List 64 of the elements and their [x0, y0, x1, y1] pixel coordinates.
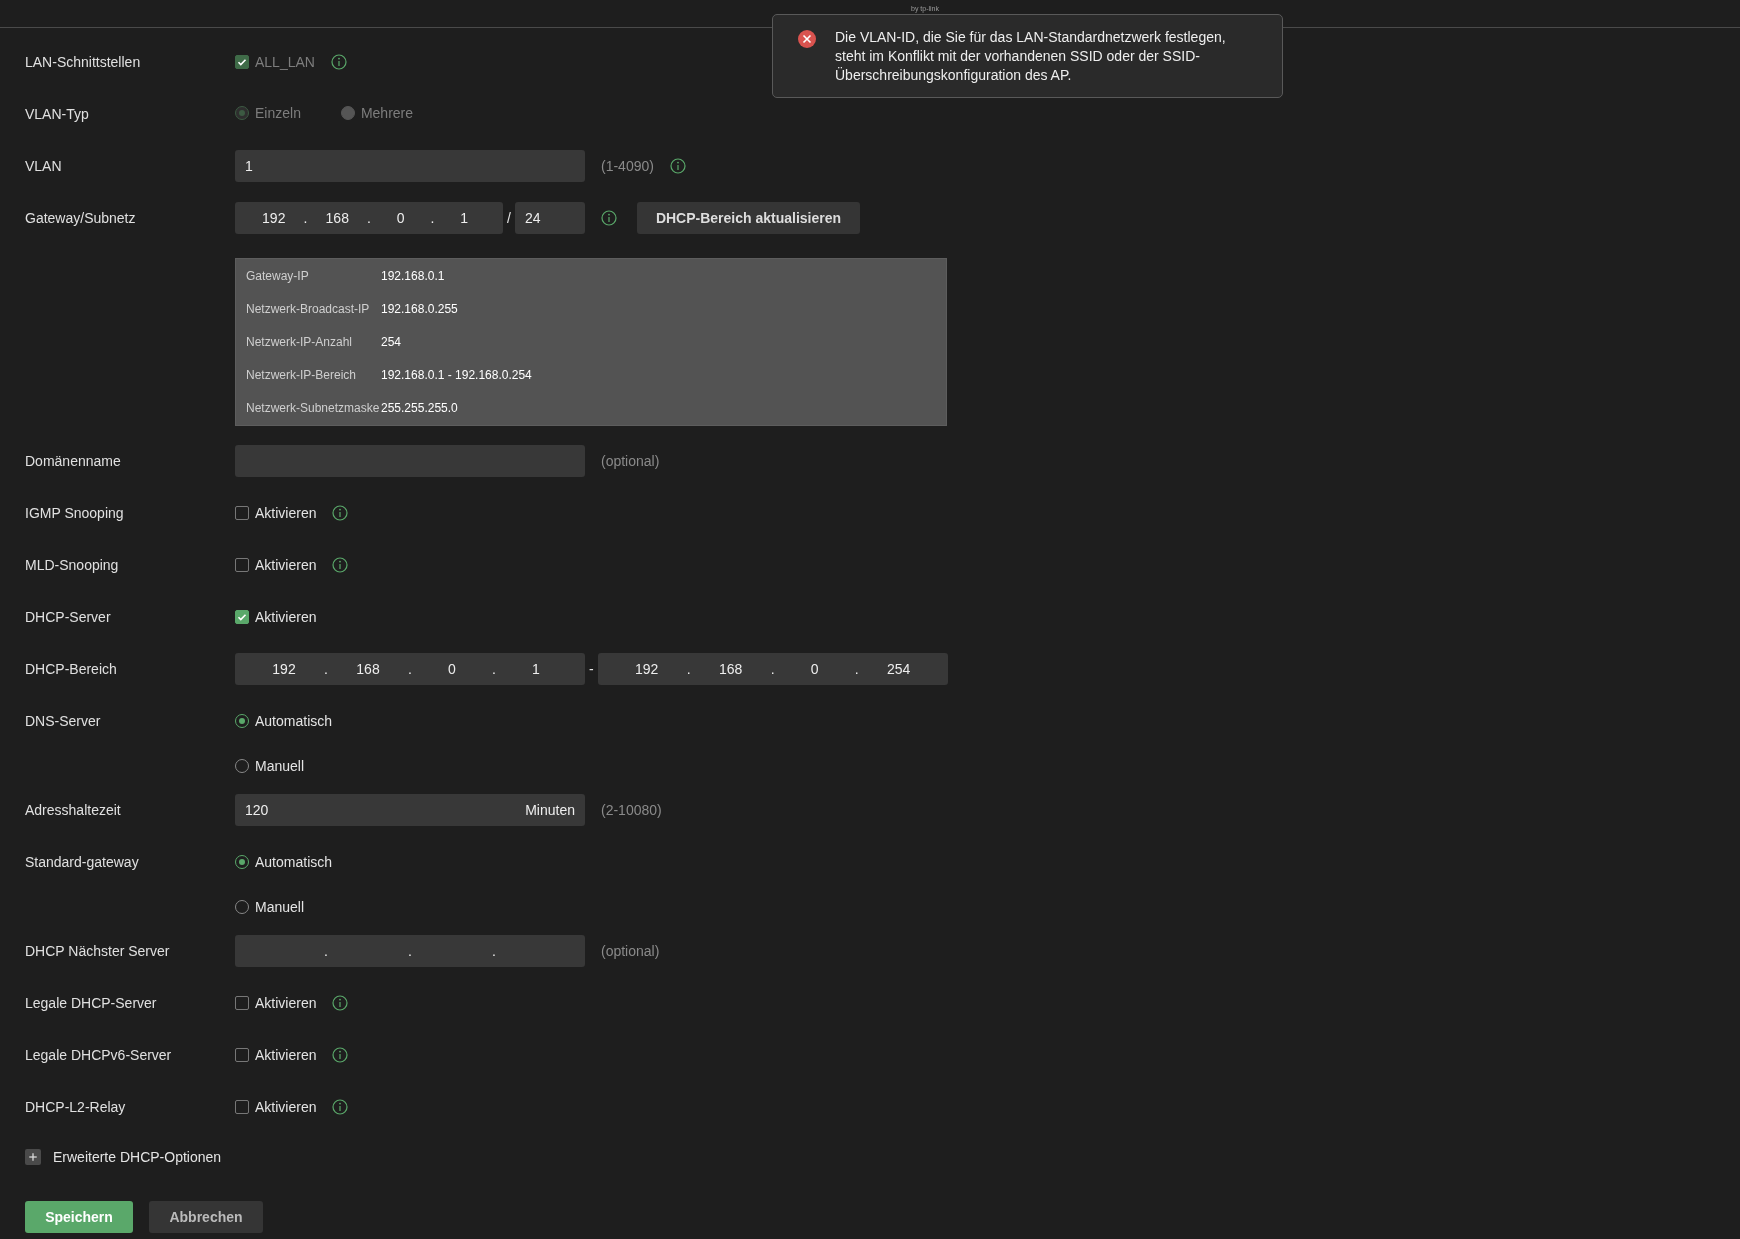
checkbox-option[interactable]: Aktivieren	[235, 995, 317, 1011]
optional-hint: (optional)	[601, 943, 660, 959]
info-icon[interactable]	[669, 158, 686, 174]
checkbox-option[interactable]: Aktivieren	[235, 609, 317, 625]
field-label: LAN-Schnittstellen	[25, 54, 141, 70]
detail-value: 192.168.0.255	[381, 301, 458, 316]
ip-address-field[interactable]: 192 . 168 . 0 . 254	[597, 653, 948, 685]
ip-address-field[interactable]: 192 . 168 . 0 . 1	[235, 202, 503, 234]
detail-value: 254	[381, 334, 402, 349]
field-label: Standard-gateway	[25, 854, 139, 870]
detail-name: Netzwerk-Subnetzmaske	[246, 400, 381, 415]
info-icon[interactable]	[332, 505, 349, 521]
prefix-field[interactable]: 24	[514, 202, 585, 234]
info-icon[interactable]	[600, 210, 617, 226]
field-label: MLD-Snooping	[25, 557, 119, 573]
field-label: VLAN	[25, 158, 62, 174]
detail-value: 192.168.0.1	[381, 268, 445, 283]
checkbox-option[interactable]: Aktivieren	[235, 1099, 317, 1115]
ip-address-field[interactable]: . . .	[235, 935, 585, 967]
checkbox-option[interactable]: Aktivieren	[235, 1047, 317, 1063]
error-message: Die VLAN-ID, die Sie für das LAN-Standardnetzwerk festlegen, steht im Konflikt mit der vorhandenen SSID oder der SSID-Überschreibungskonfiguration des AP.	[835, 28, 1227, 85]
field-label: DHCP-L2-Relay	[25, 1099, 126, 1115]
field-label: Gateway/Subnetz	[25, 210, 136, 226]
info-icon[interactable]	[332, 557, 349, 573]
field-label: DHCP Nächster Server	[25, 943, 170, 959]
detail-name: Netzwerk-IP-Bereich	[246, 367, 358, 382]
update-range-button[interactable]: DHCP-Bereich aktualisieren	[636, 202, 861, 234]
range-dash: -	[589, 661, 594, 677]
ip-address-field[interactable]: 192 . 168 . 0 . 1	[235, 653, 585, 685]
detail-name: Gateway-IP	[246, 268, 310, 283]
info-icon[interactable]	[332, 1099, 349, 1115]
info-icon[interactable]	[332, 995, 349, 1011]
radio-option[interactable]: Manuell	[235, 898, 305, 915]
field-label: Domänenname	[25, 453, 121, 469]
text-field[interactable]: 120 Minuten	[235, 794, 585, 826]
radio-option[interactable]: Automatisch	[235, 713, 333, 729]
field-label: DNS-Server	[25, 713, 101, 729]
info-icon[interactable]	[330, 54, 347, 70]
field-label: DHCP-Server	[25, 609, 111, 625]
checkbox-option[interactable]: Aktivieren	[235, 557, 317, 573]
range-hint: (optional)	[601, 453, 660, 469]
radio-option[interactable]: Automatisch	[235, 854, 333, 870]
detail-name: Netzwerk-Broadcast-IP	[246, 301, 371, 316]
checkbox-option[interactable]: Aktivieren	[235, 505, 317, 521]
field-label: VLAN-Typ	[25, 106, 89, 122]
expander-label[interactable]: Erweiterte DHCP-Optionen	[53, 1149, 222, 1165]
field-label: Legale DHCPv6-Server	[25, 1047, 172, 1063]
info-icon[interactable]	[332, 1047, 349, 1063]
detail-value: 192.168.0.1 - 192.168.0.254	[381, 367, 532, 382]
field-label: Adresshaltezeit	[25, 802, 121, 818]
range-hint: (2-10080)	[601, 802, 662, 818]
detail-name: Netzwerk-IP-Anzahl	[246, 334, 354, 349]
slash-separator: /	[507, 210, 511, 226]
field-label: Legale DHCP-Server	[25, 995, 157, 1011]
range-hint: (1-4090)	[601, 158, 654, 174]
radio-option[interactable]: Manuell	[235, 757, 305, 774]
text-field[interactable]	[235, 445, 585, 477]
detail-value: 255.255.255.0	[381, 400, 458, 415]
field-label: DHCP-Bereich	[25, 661, 117, 677]
field-label: IGMP Snooping	[25, 505, 124, 521]
cancel-button[interactable]: Abbrechen	[149, 1201, 263, 1233]
error-icon	[797, 29, 817, 49]
text-field[interactable]: 1	[235, 150, 585, 182]
expand-icon[interactable]	[25, 1149, 41, 1165]
